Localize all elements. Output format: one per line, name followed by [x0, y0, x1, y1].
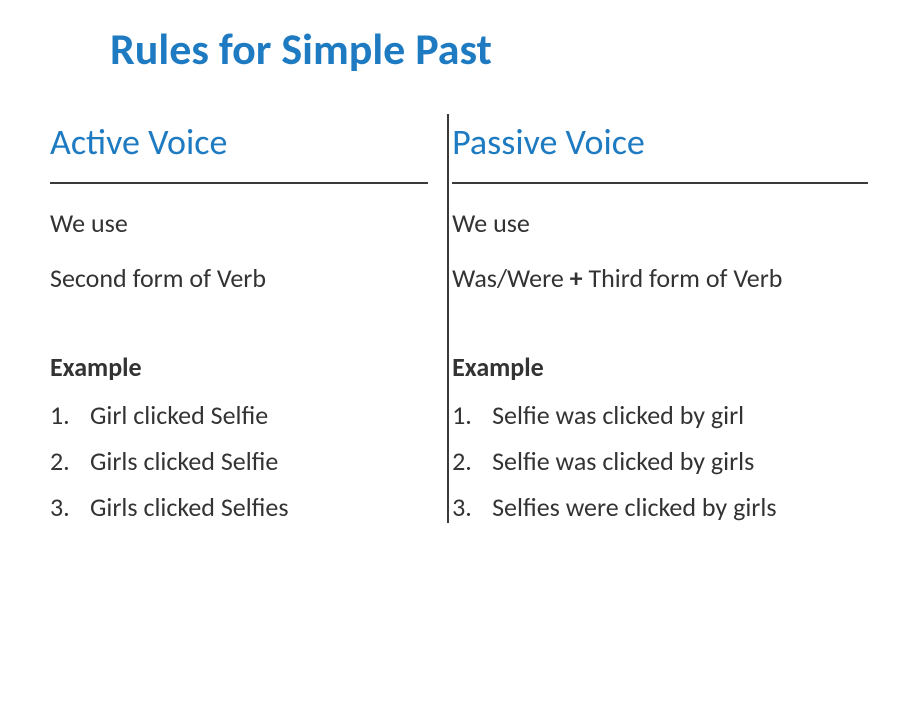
- list-text: Selfies were clicked by girls: [492, 491, 776, 523]
- passive-example-label: Example: [452, 350, 868, 385]
- list-item: 2. Selfie was clicked by girls: [452, 445, 868, 477]
- active-voice-header: Active Voice: [50, 120, 428, 184]
- passive-we-use: We use: [452, 206, 868, 241]
- list-number: 3.: [452, 491, 492, 523]
- active-example-label: Example: [50, 350, 428, 385]
- list-number: 3.: [50, 491, 90, 523]
- formula-plus: +: [570, 262, 583, 294]
- list-number: 1.: [50, 399, 90, 431]
- list-item: 3. Selfies were clicked by girls: [452, 491, 868, 523]
- active-voice-column: Active Voice We use Second form of Verb …: [50, 114, 438, 523]
- formula-pre: Was/Were: [452, 262, 570, 294]
- passive-voice-header: Passive Voice: [452, 120, 868, 184]
- passive-formula: Was/Were + Third form of Verb: [452, 261, 868, 296]
- list-item: 1. Girl clicked Selfie: [50, 399, 428, 431]
- list-number: 1.: [452, 399, 492, 431]
- page-title: Rules for Simple Past: [110, 22, 868, 76]
- comparison-table: Active Voice We use Second form of Verb …: [50, 114, 868, 523]
- active-example-list: 1. Girl clicked Selfie 2. Girls clicked …: [50, 399, 428, 523]
- list-text: Selfie was clicked by girls: [492, 445, 754, 477]
- list-text: Girls clicked Selfie: [90, 445, 278, 477]
- list-text: Selfie was clicked by girl: [492, 399, 744, 431]
- list-text: Girl clicked Selfie: [90, 399, 268, 431]
- list-number: 2.: [452, 445, 492, 477]
- passive-voice-column: Passive Voice We use Was/Were + Third fo…: [438, 114, 868, 523]
- list-item: 2. Girls clicked Selfie: [50, 445, 428, 477]
- list-number: 2.: [50, 445, 90, 477]
- active-we-use: We use: [50, 206, 428, 241]
- list-item: 3. Girls clicked Selfies: [50, 491, 428, 523]
- list-item: 1. Selfie was clicked by girl: [452, 399, 868, 431]
- column-divider: [447, 114, 449, 523]
- formula-post: Third form of Verb: [583, 262, 783, 294]
- active-formula: Second form of Verb: [50, 261, 428, 296]
- passive-example-list: 1. Selfie was clicked by girl 2. Selfie …: [452, 399, 868, 523]
- list-text: Girls clicked Selfies: [90, 491, 289, 523]
